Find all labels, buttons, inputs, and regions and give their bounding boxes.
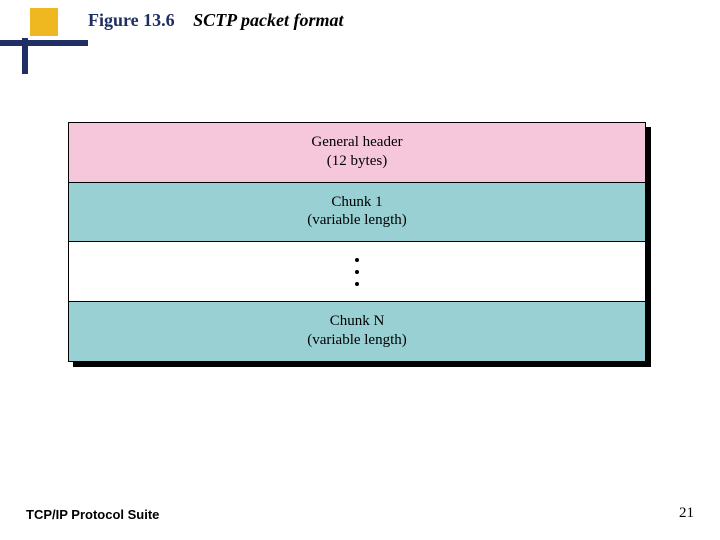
chunkN-label: Chunk N xyxy=(330,313,385,329)
figure-number: Figure 13.6 xyxy=(88,10,175,30)
figure-title: Figure 13.6 SCTP packet format xyxy=(88,10,344,31)
ellipsis-dot-icon xyxy=(355,258,359,262)
footer-suite-label: TCP/IP Protocol Suite xyxy=(26,507,159,522)
packet-chunk-n: Chunk N (variable length) xyxy=(69,301,645,361)
figure-caption: SCTP packet format xyxy=(193,10,343,30)
packet-chunk-1: Chunk 1 (variable length) xyxy=(69,182,645,242)
packet-table: General header (12 bytes) Chunk 1 (varia… xyxy=(68,122,646,362)
navy-bar-horizontal xyxy=(0,40,88,46)
chunkN-size: (variable length) xyxy=(307,332,407,348)
gold-square-icon xyxy=(30,8,58,36)
slide-corner-decoration xyxy=(0,0,100,80)
chunk1-label: Chunk 1 xyxy=(331,194,382,210)
packet-general-header: General header (12 bytes) xyxy=(69,123,645,182)
page-number: 21 xyxy=(679,505,694,522)
general-header-label: General header xyxy=(311,134,402,150)
ellipsis-dot-icon xyxy=(355,270,359,274)
packet-diagram: General header (12 bytes) Chunk 1 (varia… xyxy=(68,122,646,362)
packet-ellipsis xyxy=(69,241,645,301)
navy-bar-vertical xyxy=(22,38,28,74)
ellipsis-dot-icon xyxy=(355,282,359,286)
chunk1-size: (variable length) xyxy=(307,212,407,228)
general-header-size: (12 bytes) xyxy=(327,153,387,169)
